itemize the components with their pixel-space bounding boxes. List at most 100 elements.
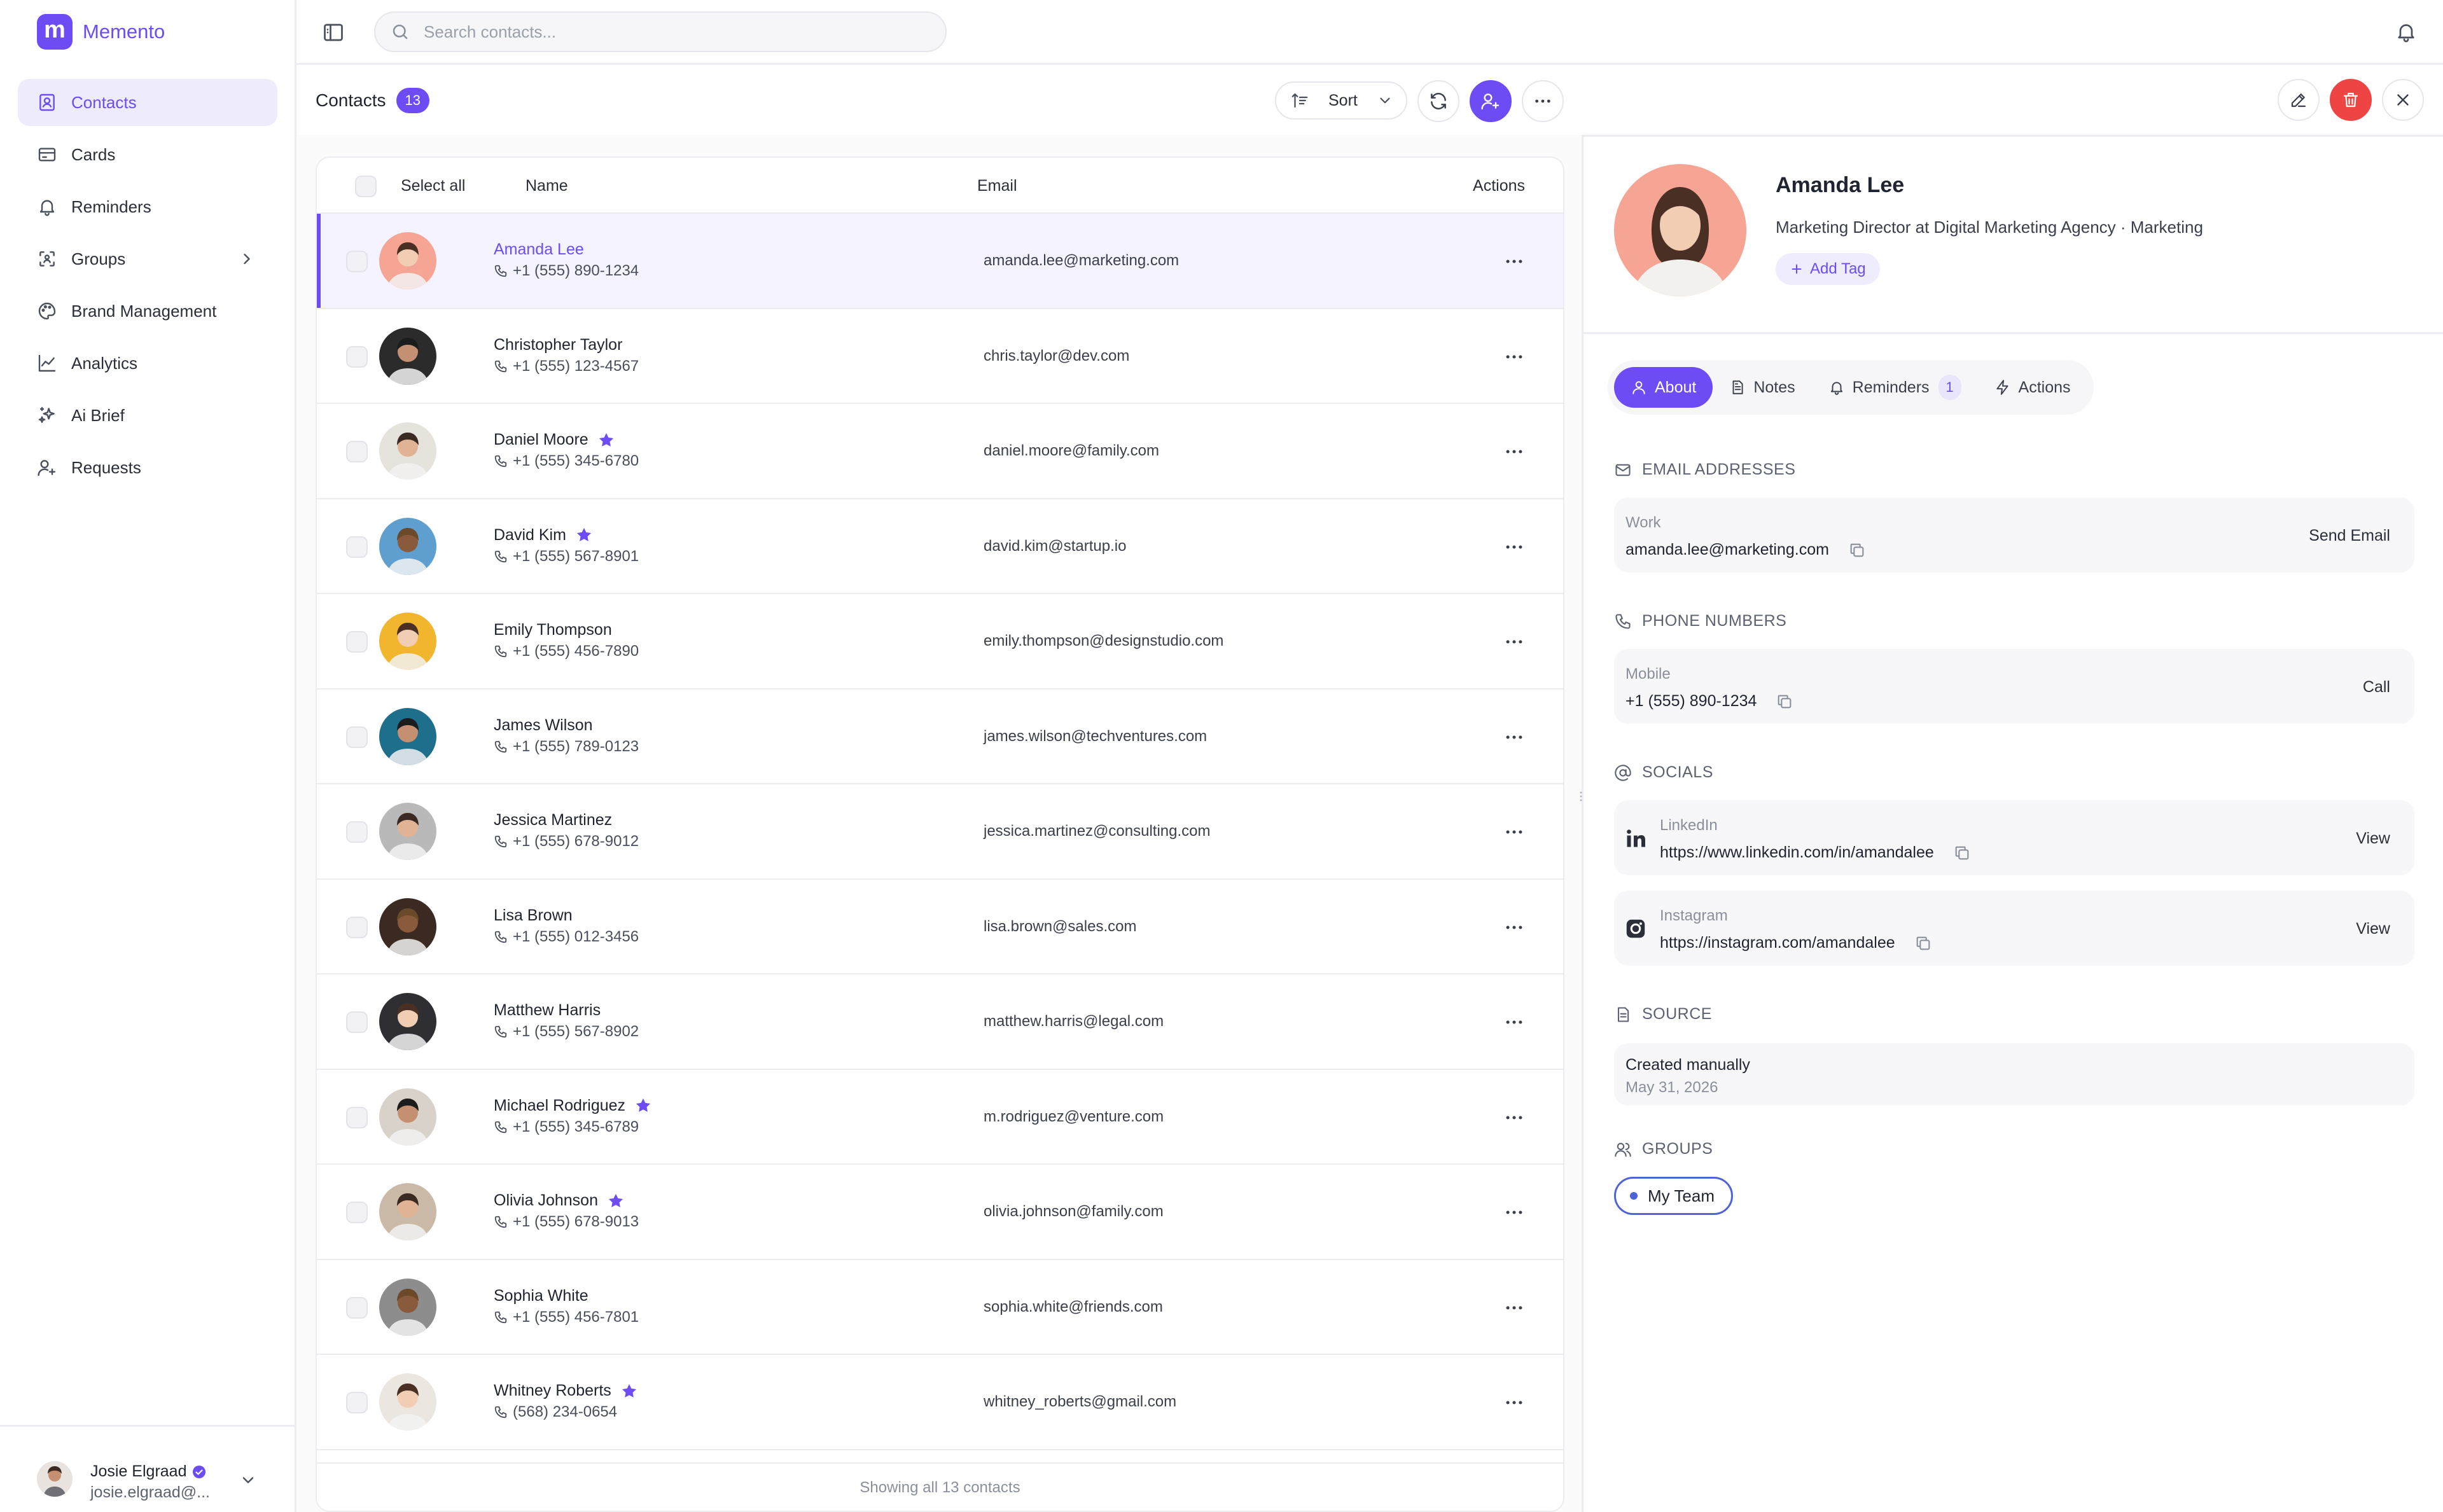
more-horizontal-icon[interactable] (1503, 917, 1525, 938)
add-tag-label: Add Tag (1810, 260, 1866, 277)
row-checkbox[interactable] (346, 536, 368, 558)
table-header: Select all Name Email Actions (317, 158, 1563, 214)
table-row[interactable]: David Kim +1 (555) 567-8901 david.kim@star… (317, 499, 1563, 594)
contact-email: emily.thompson@designstudio.com (984, 632, 1224, 649)
sidebar-item-brand-management[interactable]: Brand Management (18, 288, 277, 335)
user-menu[interactable]: Josie Elgraad josie.elgraad@... (0, 1425, 296, 1512)
group-chip[interactable]: My Team (1614, 1177, 1733, 1215)
call-button[interactable]: Call (2363, 678, 2390, 697)
sort-dropdown[interactable]: Sort (1275, 81, 1407, 120)
row-checkbox[interactable] (346, 916, 368, 938)
sidebar-toggle-icon[interactable] (322, 21, 345, 44)
table-row[interactable]: Daniel Moore +1 (555) 345-6780 daniel.moor… (317, 404, 1563, 499)
social-card-instagram: Instagram https://instagram.com/amandale… (1614, 891, 2414, 966)
email-value: amanda.lee@marketing.com (1625, 541, 1866, 559)
row-checkbox[interactable] (346, 1106, 368, 1128)
select-all-checkbox[interactable] (355, 176, 377, 197)
section-title-email: EMAIL ADDRESSES (1614, 461, 1795, 479)
tab-reminders[interactable]: Reminders 1 (1812, 367, 1978, 408)
more-horizontal-icon[interactable] (1503, 1392, 1525, 1413)
more-horizontal-icon[interactable] (1503, 631, 1525, 653)
table-row[interactable]: Emily Thompson +1 (555) 456-7890 emily.tho… (317, 594, 1563, 690)
row-checkbox[interactable] (346, 821, 368, 843)
row-checkbox[interactable] (346, 631, 368, 653)
copy-icon[interactable] (1953, 844, 1971, 862)
sidebar-item-cards[interactable]: Cards (18, 131, 277, 178)
table-footer: Showing all 13 contacts (317, 1462, 1563, 1511)
table-row[interactable]: Amanda Lee +1 (555) 890-1234 amanda.lee@ma… (317, 214, 1563, 309)
divider (1583, 135, 2443, 137)
row-checkbox[interactable] (346, 1296, 368, 1319)
more-horizontal-icon[interactable] (1503, 726, 1525, 748)
more-horizontal-icon[interactable] (1503, 441, 1525, 462)
search-bar[interactable] (374, 11, 947, 52)
more-horizontal-icon[interactable] (1503, 1297, 1525, 1319)
sidebar: m Memento Contacts Cards Reminders Group… (0, 0, 296, 1512)
palette-icon (37, 301, 57, 321)
notifications-bell-icon[interactable] (2395, 20, 2418, 43)
sidebar-item-requests[interactable]: Requests (18, 444, 277, 491)
chevron-down-icon[interactable] (239, 1471, 257, 1489)
more-horizontal-icon[interactable] (1503, 1202, 1525, 1223)
view-linkedin-button[interactable]: View (2356, 829, 2390, 848)
user-icon (1631, 379, 1647, 396)
add-tag-button[interactable]: Add Tag (1776, 253, 1880, 285)
star-icon[interactable] (634, 1097, 652, 1114)
table-row[interactable]: Olivia Johnson +1 (555) 678-9013 olivia.jo… (317, 1165, 1563, 1260)
app-logo[interactable]: m Memento (37, 14, 165, 50)
sidebar-item-reminders[interactable]: Reminders (18, 183, 277, 230)
table-row[interactable]: Matthew Harris +1 (555) 567-8902 matthew.h… (317, 974, 1563, 1070)
table-row[interactable]: Christopher Taylor +1 (555) 123-4567 chris… (317, 309, 1563, 404)
more-horizontal-icon[interactable] (1503, 251, 1525, 272)
chevron-right-icon[interactable] (238, 250, 256, 268)
copy-icon[interactable] (1848, 541, 1866, 559)
add-contact-button[interactable] (1470, 80, 1512, 122)
row-checkbox[interactable] (346, 441, 368, 462)
social-type-label: Instagram (1660, 907, 1728, 924)
refresh-button[interactable] (1417, 80, 1459, 122)
more-options-button[interactable] (1522, 80, 1564, 122)
row-checkbox[interactable] (346, 1392, 368, 1413)
more-horizontal-icon[interactable] (1503, 536, 1525, 558)
close-detail-button[interactable] (2382, 79, 2424, 121)
row-checkbox[interactable] (346, 726, 368, 748)
detail-actions (2267, 79, 2424, 121)
star-icon[interactable] (597, 431, 615, 449)
sidebar-item-contacts[interactable]: Contacts (18, 79, 277, 126)
users-icon (1614, 1141, 1632, 1158)
contact-phone: +1 (555) 789-0123 (494, 738, 639, 756)
table-row[interactable]: Lisa Brown +1 (555) 012-3456 lisa.brown@sa… (317, 879, 1563, 974)
copy-icon[interactable] (1914, 934, 1932, 952)
row-checkbox[interactable] (346, 345, 368, 368)
star-icon[interactable] (620, 1382, 638, 1400)
table-row[interactable]: Whitney Roberts (568) 234-0654 whitney_rob… (317, 1355, 1563, 1450)
more-horizontal-icon[interactable] (1503, 1107, 1525, 1128)
table-row[interactable]: James Wilson +1 (555) 789-0123 james.wilso… (317, 689, 1563, 784)
table-row[interactable]: Michael Rodriguez +1 (555) 345-6789 m.rodr… (317, 1069, 1563, 1165)
delete-contact-button[interactable] (2330, 79, 2372, 121)
sidebar-item-groups[interactable]: Groups (18, 235, 277, 282)
tab-notes[interactable]: Notes (1713, 367, 1811, 408)
row-checkbox[interactable] (346, 251, 368, 272)
table-row[interactable]: Jessica Martinez +1 (555) 678-9012 jessica… (317, 784, 1563, 880)
star-icon[interactable] (607, 1192, 625, 1210)
more-horizontal-icon[interactable] (1503, 821, 1525, 843)
view-instagram-button[interactable]: View (2356, 920, 2390, 938)
star-icon[interactable] (575, 526, 593, 544)
more-horizontal-icon[interactable] (1503, 346, 1525, 368)
copy-icon[interactable] (1776, 693, 1793, 711)
more-horizontal-icon[interactable] (1503, 1011, 1525, 1033)
row-checkbox[interactable] (346, 1202, 368, 1223)
select-all-label[interactable]: Select all (401, 177, 465, 195)
avatar (379, 422, 436, 480)
send-email-button[interactable]: Send Email (2309, 527, 2390, 545)
table-row[interactable]: Sophia White +1 (555) 456-7801 sophia.whit… (317, 1259, 1563, 1355)
search-input[interactable] (424, 22, 920, 42)
section-title-text: PHONE NUMBERS (1642, 612, 1787, 630)
tab-actions[interactable]: Actions (1978, 367, 2087, 408)
edit-contact-button[interactable] (2278, 79, 2320, 121)
sidebar-item-analytics[interactable]: Analytics (18, 340, 277, 387)
sidebar-item-ai-brief[interactable]: Ai Brief (18, 392, 277, 439)
tab-about[interactable]: About (1614, 367, 1713, 408)
row-checkbox[interactable] (346, 1011, 368, 1033)
